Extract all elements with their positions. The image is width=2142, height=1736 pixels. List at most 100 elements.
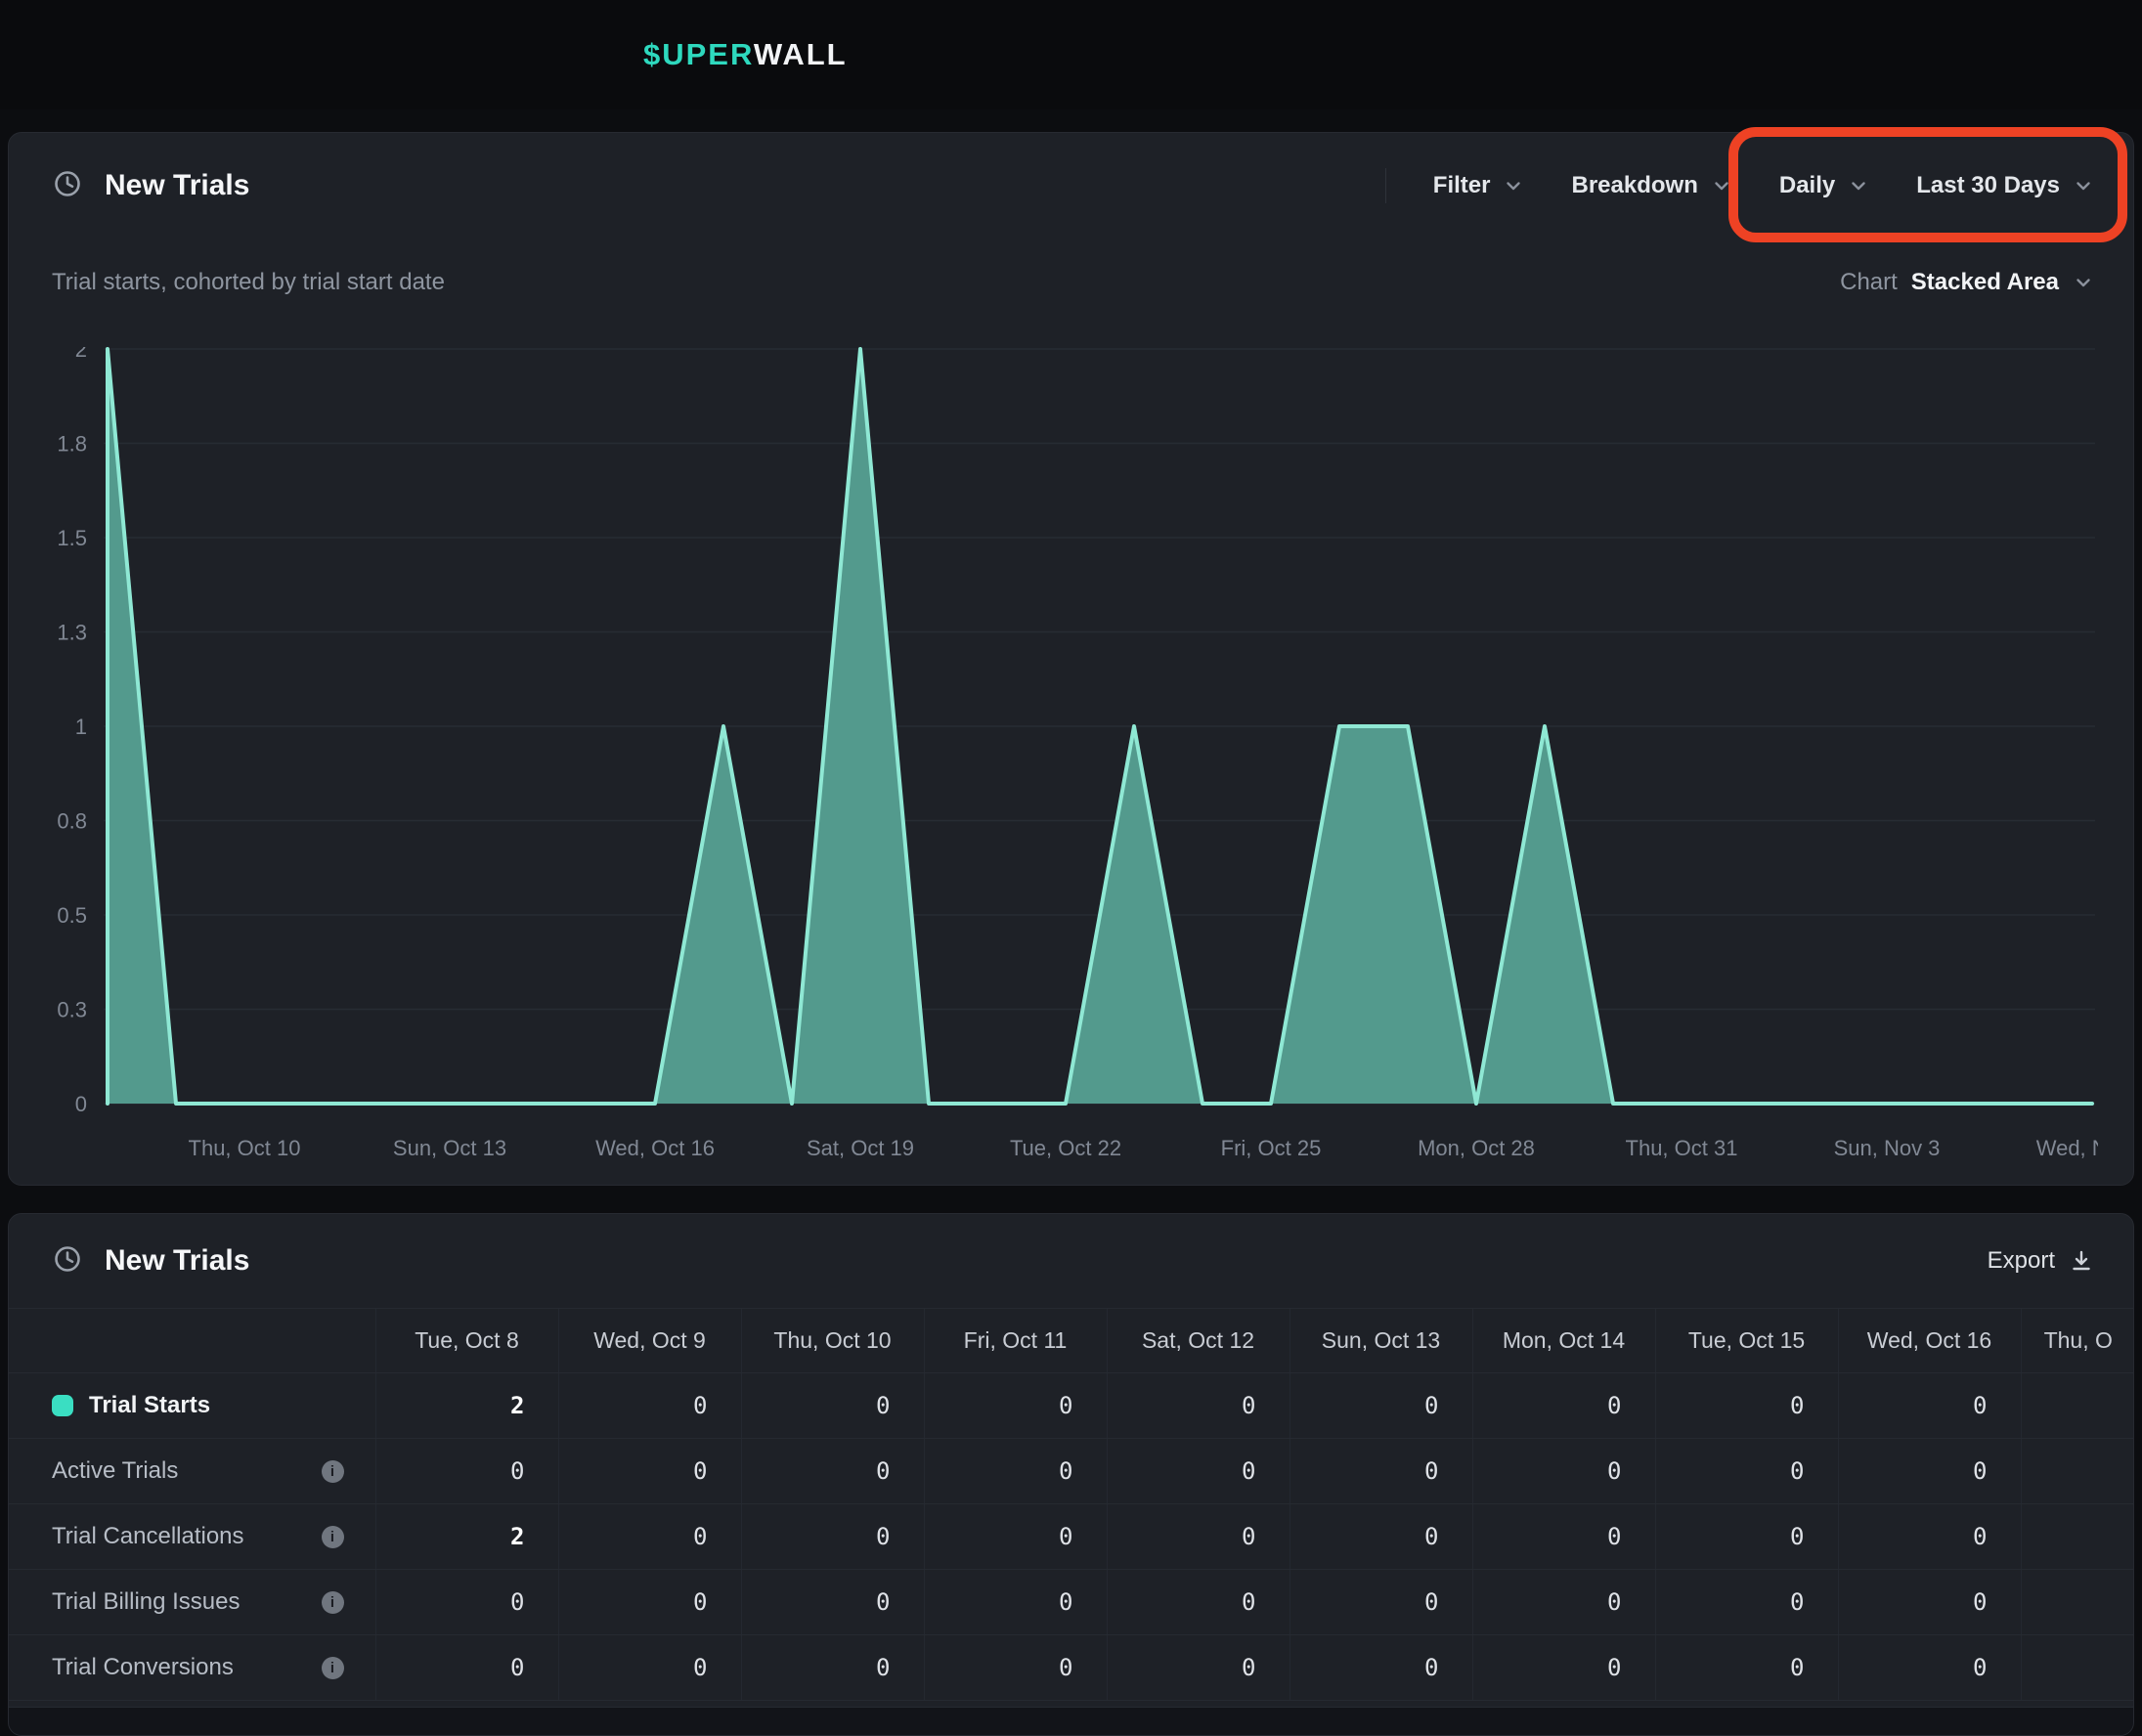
trial-starts-area-chart[interactable]: 00.30.50.811.31.51.82Thu, Oct 10Sun, Oct… xyxy=(21,347,2098,1173)
chevron-down-icon xyxy=(1848,175,1869,196)
x-tick-label: Thu, Oct 10 xyxy=(189,1136,301,1160)
value-cell: 0 xyxy=(1472,1635,1655,1701)
value-cell: 0 xyxy=(1838,1373,2021,1439)
value-cell: 0 xyxy=(741,1373,924,1439)
table-row: Trial Starts200000000 xyxy=(9,1373,2134,1439)
table-header-row: Tue, Oct 8Wed, Oct 9Thu, Oct 10Fri, Oct … xyxy=(9,1309,2134,1373)
value-cell: 0 xyxy=(1655,1635,1838,1701)
table-panel-title: New Trials xyxy=(105,1244,249,1278)
info-icon[interactable]: i xyxy=(322,1460,344,1483)
value-cell: 0 xyxy=(1655,1439,1838,1504)
row-label-cell: Trial Conversionsi xyxy=(9,1635,375,1701)
value-cell: 0 xyxy=(1107,1570,1290,1635)
value-cell: 0 xyxy=(1472,1504,1655,1570)
value-cell: 0 xyxy=(1472,1439,1655,1504)
controls-divider xyxy=(1385,168,1386,203)
chart-type-dropdown[interactable]: Chart Stacked Area xyxy=(1840,269,2094,296)
value-cell: 0 xyxy=(741,1635,924,1701)
history-clock-icon xyxy=(52,1243,83,1280)
value-cell: 0 xyxy=(375,1570,558,1635)
y-tick-label: 0 xyxy=(75,1092,87,1116)
value-cell: 0 xyxy=(741,1439,924,1504)
table-title-group: New Trials xyxy=(52,1243,249,1280)
value-cell: 2 xyxy=(375,1504,558,1570)
info-icon[interactable]: i xyxy=(322,1526,344,1548)
value-cell: 0 xyxy=(1655,1504,1838,1570)
series-color-swatch xyxy=(52,1395,73,1416)
row-label: Trial Billing Issues xyxy=(52,1588,240,1616)
value-cell: 0 xyxy=(924,1635,1107,1701)
granularity-label: Daily xyxy=(1779,172,1835,199)
value-cell: 0 xyxy=(1655,1570,1838,1635)
breakdown-dropdown[interactable]: Breakdown xyxy=(1571,172,1731,199)
column-header: Sat, Oct 12 xyxy=(1107,1309,1290,1373)
history-clock-icon xyxy=(52,168,83,204)
chevron-down-icon xyxy=(2073,272,2094,293)
column-header: Thu, O xyxy=(2021,1309,2134,1373)
table-panel-header: New Trials Export xyxy=(9,1214,2133,1308)
value-cell: 0 xyxy=(1472,1570,1655,1635)
chevron-down-icon xyxy=(1711,175,1732,196)
value-cell: 0 xyxy=(558,1439,741,1504)
table-row: Active Trialsi000000000 xyxy=(9,1439,2134,1504)
value-cell: 0 xyxy=(1838,1504,2021,1570)
value-cell xyxy=(2021,1635,2134,1701)
info-icon[interactable]: i xyxy=(322,1591,344,1614)
x-tick-label: Fri, Oct 25 xyxy=(1221,1136,1322,1160)
value-cell: 0 xyxy=(558,1373,741,1439)
x-tick-label: Wed, Nov 6 xyxy=(2036,1136,2098,1160)
chart-sub-row: Trial starts, cohorted by trial start da… xyxy=(52,260,2094,305)
x-tick-label: Sun, Oct 13 xyxy=(393,1136,506,1160)
value-cell xyxy=(2021,1570,2134,1635)
y-tick-label: 0.3 xyxy=(57,998,87,1022)
column-header: Fri, Oct 11 xyxy=(924,1309,1107,1373)
chart-panel-header: New Trials Filter Breakdown Daily Last 3… xyxy=(9,133,2133,239)
row-label-cell: Trial Billing Issues i xyxy=(9,1570,375,1635)
y-tick-label: 0.8 xyxy=(57,809,87,834)
value-cell: 0 xyxy=(924,1373,1107,1439)
value-cell: 0 xyxy=(924,1504,1107,1570)
new-trials-table-panel: New Trials Export Tue, Oct 8Wed, Oct 9Th… xyxy=(8,1213,2134,1736)
column-header: Thu, Oct 10 xyxy=(741,1309,924,1373)
row-label: Trial Cancellations xyxy=(52,1523,244,1550)
superwall-logo: $UPERWALL xyxy=(643,37,848,72)
chart-panel-title: New Trials xyxy=(105,169,249,202)
y-tick-label: 2 xyxy=(75,347,87,362)
filter-dropdown[interactable]: Filter xyxy=(1433,172,1525,199)
y-tick-label: 1.3 xyxy=(57,621,87,645)
table-row: Trial Billing Issuesi000000000 xyxy=(9,1570,2134,1635)
date-range-label: Last 30 Days xyxy=(1916,172,2060,199)
value-cell xyxy=(2021,1504,2134,1570)
value-cell: 0 xyxy=(558,1504,741,1570)
value-cell: 0 xyxy=(1838,1635,2021,1701)
table-corner-cell xyxy=(9,1309,375,1373)
row-label: Active Trials xyxy=(52,1457,178,1485)
table-horizontal-scrollbar[interactable] xyxy=(9,1707,2133,1736)
date-range-dropdown[interactable]: Last 30 Days xyxy=(1916,172,2094,199)
chart-type-label: Chart xyxy=(1840,269,1898,296)
row-label-cell: Trial Starts xyxy=(9,1373,375,1439)
chart-type-value: Stacked Area xyxy=(1911,269,2059,296)
chart-controls: Filter Breakdown Daily Last 30 Days xyxy=(1385,168,2094,203)
info-icon[interactable]: i xyxy=(322,1657,344,1679)
chevron-down-icon xyxy=(1503,175,1524,196)
value-cell: 0 xyxy=(1838,1570,2021,1635)
granularity-dropdown[interactable]: Daily xyxy=(1779,172,1869,199)
value-cell: 0 xyxy=(1290,1373,1472,1439)
breakdown-label: Breakdown xyxy=(1571,172,1697,199)
column-header: Wed, Oct 16 xyxy=(1838,1309,2021,1373)
column-header: Wed, Oct 9 xyxy=(558,1309,741,1373)
x-tick-label: Sun, Nov 3 xyxy=(1834,1136,1941,1160)
value-cell: 0 xyxy=(1290,1570,1472,1635)
value-cell: 0 xyxy=(558,1635,741,1701)
value-cell: 0 xyxy=(1838,1439,2021,1504)
value-cell: 2 xyxy=(375,1373,558,1439)
y-tick-label: 1.5 xyxy=(57,526,87,550)
column-header: Tue, Oct 8 xyxy=(375,1309,558,1373)
value-cell: 0 xyxy=(924,1570,1107,1635)
new-trials-chart-panel: New Trials Filter Breakdown Daily Last 3… xyxy=(8,132,2134,1186)
export-button[interactable]: Export xyxy=(1988,1247,2094,1275)
x-tick-label: Tue, Oct 22 xyxy=(1010,1136,1121,1160)
value-cell: 0 xyxy=(1107,1373,1290,1439)
value-cell: 0 xyxy=(375,1635,558,1701)
